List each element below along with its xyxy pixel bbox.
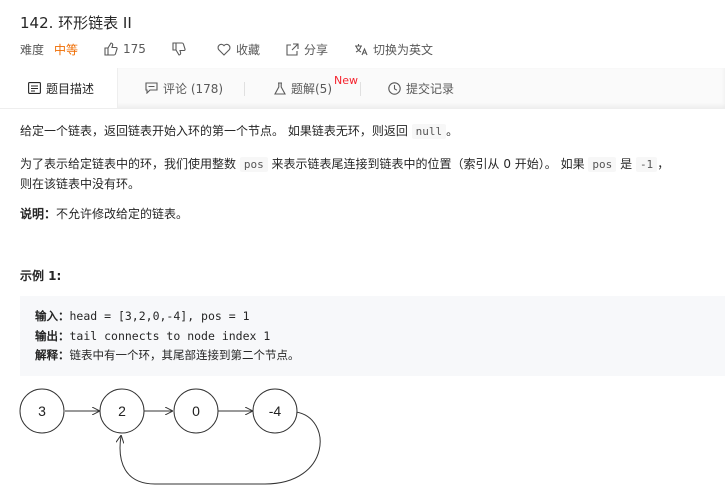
inline-code: pos	[239, 157, 268, 172]
tab-bar: 题目描述 评论 (178) 题解(5) New 提交记录	[0, 68, 725, 109]
problem-meta-bar: 难度 中等 175 收藏 分享 切换为英文	[20, 40, 459, 58]
input-label: 输入：	[35, 309, 70, 323]
node-value: -4	[269, 403, 282, 419]
share-label: 分享	[303, 42, 328, 57]
translate-label: 切换为英文	[372, 42, 433, 57]
example-title: 示例 1:	[20, 269, 62, 283]
problem-title: 142. 环形链表 II	[20, 14, 132, 32]
comment-icon	[145, 82, 158, 94]
description-text: 给定一个链表，返回链表开始入环的第一个节点。 如果链表无环，则返回	[20, 124, 412, 138]
difficulty: 难度 中等	[20, 41, 78, 58]
tab-comments[interactable]: 评论 (178)	[145, 68, 223, 108]
note-text: 不允许修改给定的链表。	[56, 207, 189, 221]
heart-icon	[217, 43, 231, 56]
inline-code: pos	[588, 157, 617, 172]
favorite-button[interactable]: 收藏	[217, 41, 260, 58]
list-node: 2	[99, 388, 145, 434]
tab-solutions-label: 题解(5)	[291, 81, 332, 96]
node-value: 3	[38, 403, 46, 419]
example-explanation: 解释：链表中有一个环，其尾部连接到第二个节点。	[35, 347, 300, 363]
explanation-value: 链表中有一个环，其尾部连接到第二个节点。	[69, 348, 300, 362]
inline-code: null	[411, 124, 447, 139]
description-paragraph-2-line-2: 则在该链表中没有环。	[20, 177, 141, 191]
description-icon	[28, 82, 41, 94]
tab-comments-label: 评论 (178)	[163, 81, 224, 96]
problem-header: 142. 环形链表 II 难度 中等 175 收藏 分享 切换为英文	[0, 0, 725, 68]
inline-code: -1	[635, 157, 658, 172]
description-text: 。	[446, 124, 459, 138]
translate-button[interactable]: 切换为英文	[354, 41, 433, 58]
share-icon	[286, 42, 299, 56]
output-label: 输出：	[35, 329, 70, 343]
output-value: tail connects to node index 1	[69, 329, 271, 343]
list-node: 3	[19, 388, 65, 434]
explanation-label: 解释：	[35, 348, 70, 362]
node-value: 2	[118, 403, 126, 419]
thumbs-up-icon	[104, 42, 118, 56]
list-node: 0	[173, 388, 219, 434]
like-button[interactable]: 175	[104, 42, 146, 56]
list-node: -4	[252, 388, 298, 434]
tab-solutions[interactable]: 题解(5) New	[274, 68, 358, 108]
new-badge: New	[334, 73, 358, 87]
input-value: head = [3,2,0,-4], pos = 1	[69, 309, 250, 323]
difficulty-label: 难度	[20, 42, 45, 57]
note-label: 说明：	[20, 207, 57, 221]
description-text: 是	[616, 157, 636, 171]
flask-icon	[274, 81, 286, 95]
description-text: 为了表示给定链表中的环，我们使用整数	[20, 157, 240, 171]
example-code-block: 输入：head = [3,2,0,-4], pos = 1 输出：tail co…	[20, 296, 725, 376]
description-paragraph-1: 给定一个链表，返回链表开始入环的第一个节点。 如果链表无环，则返回 null。	[20, 122, 458, 139]
tab-description-label: 题目描述	[46, 81, 95, 96]
example-output: 输出：tail connects to node index 1	[35, 328, 270, 344]
tab-submissions-label: 提交记录	[406, 81, 455, 96]
description-paragraph-2: 为了表示给定链表中的环，我们使用整数 pos 来表示链表尾连接到链表中的位置（索…	[20, 155, 669, 172]
tab-submissions[interactable]: 提交记录	[388, 68, 454, 108]
node-value: 0	[192, 403, 200, 419]
description-text: ，	[657, 157, 670, 171]
description-text: 来表示链表尾连接到链表中的位置（索引从 0 开始）。 如果	[267, 157, 589, 171]
linked-list-diagram: 3 2 0 -4	[19, 388, 321, 485]
note: 说明：不允许修改给定的链表。	[20, 205, 188, 222]
like-count: 175	[123, 42, 146, 56]
example-input: 输入：head = [3,2,0,-4], pos = 1	[35, 308, 250, 324]
dislike-button[interactable]	[172, 42, 191, 56]
tab-divider	[360, 82, 361, 96]
favorite-label: 收藏	[235, 42, 260, 57]
difficulty-value: 中等	[54, 42, 79, 57]
tab-divider	[244, 82, 245, 96]
translate-icon	[354, 43, 368, 55]
clock-icon	[388, 81, 401, 95]
share-button[interactable]: 分享	[286, 41, 328, 58]
thumbs-down-icon	[172, 42, 186, 56]
tab-description[interactable]: 题目描述	[0, 68, 118, 108]
